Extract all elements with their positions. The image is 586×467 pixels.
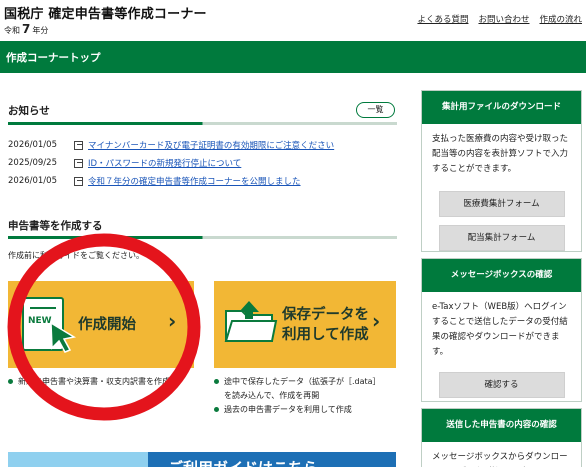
contact-link[interactable]: お問い合わせ xyxy=(478,13,529,25)
news-heading: お知らせ xyxy=(8,105,50,117)
guide-banner-text: ご利用ガイドはこちら xyxy=(168,457,318,467)
resume-label-line1: 保存データを xyxy=(282,307,369,323)
sidebar-message-title: メッセージボックスの確認 xyxy=(422,259,581,292)
tax-year-suffix: 年分 xyxy=(32,26,49,35)
news-item: 2026/01/05 マイナンバーカード及び電子証明書の有効期限にご注意ください xyxy=(8,136,334,154)
news-link[interactable]: マイナンバーカード及び電子証明書の有効期限にご注意ください xyxy=(88,139,334,151)
sidebar-download-text: 支払った医療費の内容や受け取った配当等の内容を表計算ソフトで入力することができま… xyxy=(432,134,569,174)
sidebar-download-title: 集計用ファイルのダウンロード xyxy=(422,91,581,124)
sidebar-message-box: メッセージボックスの確認 e-Taxソフト（WEB版）へログインすることで送信し… xyxy=(421,258,582,402)
news-item: 2025/09/25 ID・パスワードの新規発行停止について xyxy=(8,154,334,172)
document-icon xyxy=(74,140,83,150)
news-list-button[interactable]: 一覧 xyxy=(356,102,395,118)
news-link[interactable]: 令和７年分の確定申告書等作成コーナーを公開しました xyxy=(88,175,301,187)
news-list: 2026/01/05 マイナンバーカード及び電子証明書の有効期限にご注意ください… xyxy=(8,136,334,190)
tax-year-prefix: 令和 xyxy=(4,26,20,35)
resume-label-line2: 利用して作成 xyxy=(282,327,369,343)
resume-notes: 途中で保存したデータ（拡張子が［.data］ を読み込んで、作成を再開 過去の申… xyxy=(214,375,381,417)
news-date: 2026/01/05 xyxy=(8,140,57,150)
folder-upload-icon xyxy=(224,301,278,342)
banner-accent xyxy=(8,452,148,467)
news-item: 2026/01/05 令和７年分の確定申告書等作成コーナーを公開しました xyxy=(8,172,334,190)
red-highlight-circle xyxy=(7,233,201,421)
flow-link[interactable]: 作成の流れ xyxy=(539,13,582,25)
sidebar-sent-text: メッセージボックスからダウンロードしたデータ（拡張子が xyxy=(432,452,568,462)
sidebar-sent-box: 送信した申告書の内容の確認 メッセージボックスからダウンロードしたデータ（拡張子… xyxy=(421,408,582,467)
resume-saved-data-button[interactable]: 保存データを 利用して作成 › xyxy=(214,281,396,368)
tax-year-number: 7 xyxy=(22,22,31,36)
bullet-icon xyxy=(214,379,219,384)
news-link[interactable]: ID・パスワードの新規発行停止について xyxy=(88,157,241,169)
bullet-icon xyxy=(214,407,219,412)
faq-link[interactable]: よくある質問 xyxy=(417,13,468,25)
breadcrumb-top[interactable]: 作成コーナートップ xyxy=(6,50,101,65)
tax-year: 令和 7 年分 xyxy=(4,22,48,36)
dividend-form-button[interactable]: 配当集計フォーム xyxy=(438,225,565,251)
site-title: 国税庁 確定申告書等作成コーナー xyxy=(4,7,207,22)
news-date: 2025/09/25 xyxy=(8,158,57,168)
note-text: 途中で保存したデータ（拡張子が［.data］ xyxy=(224,377,381,386)
breadcrumb-bar: 作成コーナートップ xyxy=(0,41,586,73)
header-links: よくある質問 お問い合わせ 作成の流れ xyxy=(417,13,582,25)
sidebar-download-box: 集計用ファイルのダウンロード 支払った医療費の内容や受け取った配当等の内容を表計… xyxy=(421,90,582,252)
document-icon xyxy=(74,158,83,168)
news-date: 2026/01/05 xyxy=(8,176,57,186)
sidebar-sent-title: 送信した申告書の内容の確認 xyxy=(422,409,581,442)
guide-banner[interactable]: ご利用ガイドはこちら xyxy=(8,452,396,467)
chevron-right-icon: › xyxy=(372,309,381,333)
sidebar-message-text: e-Taxソフト（WEB版）へログインすることで送信したデータの受付結果の確認や… xyxy=(432,302,568,357)
medical-expense-form-button[interactable]: 医療費集計フォーム xyxy=(438,191,565,217)
note-text: を読み込んで、作成を再開 xyxy=(224,391,320,400)
document-icon xyxy=(74,176,83,186)
news-divider xyxy=(8,122,397,125)
note-text: 過去の申告書データを利用して作成 xyxy=(224,405,352,414)
confirm-button[interactable]: 確認する xyxy=(438,372,565,398)
